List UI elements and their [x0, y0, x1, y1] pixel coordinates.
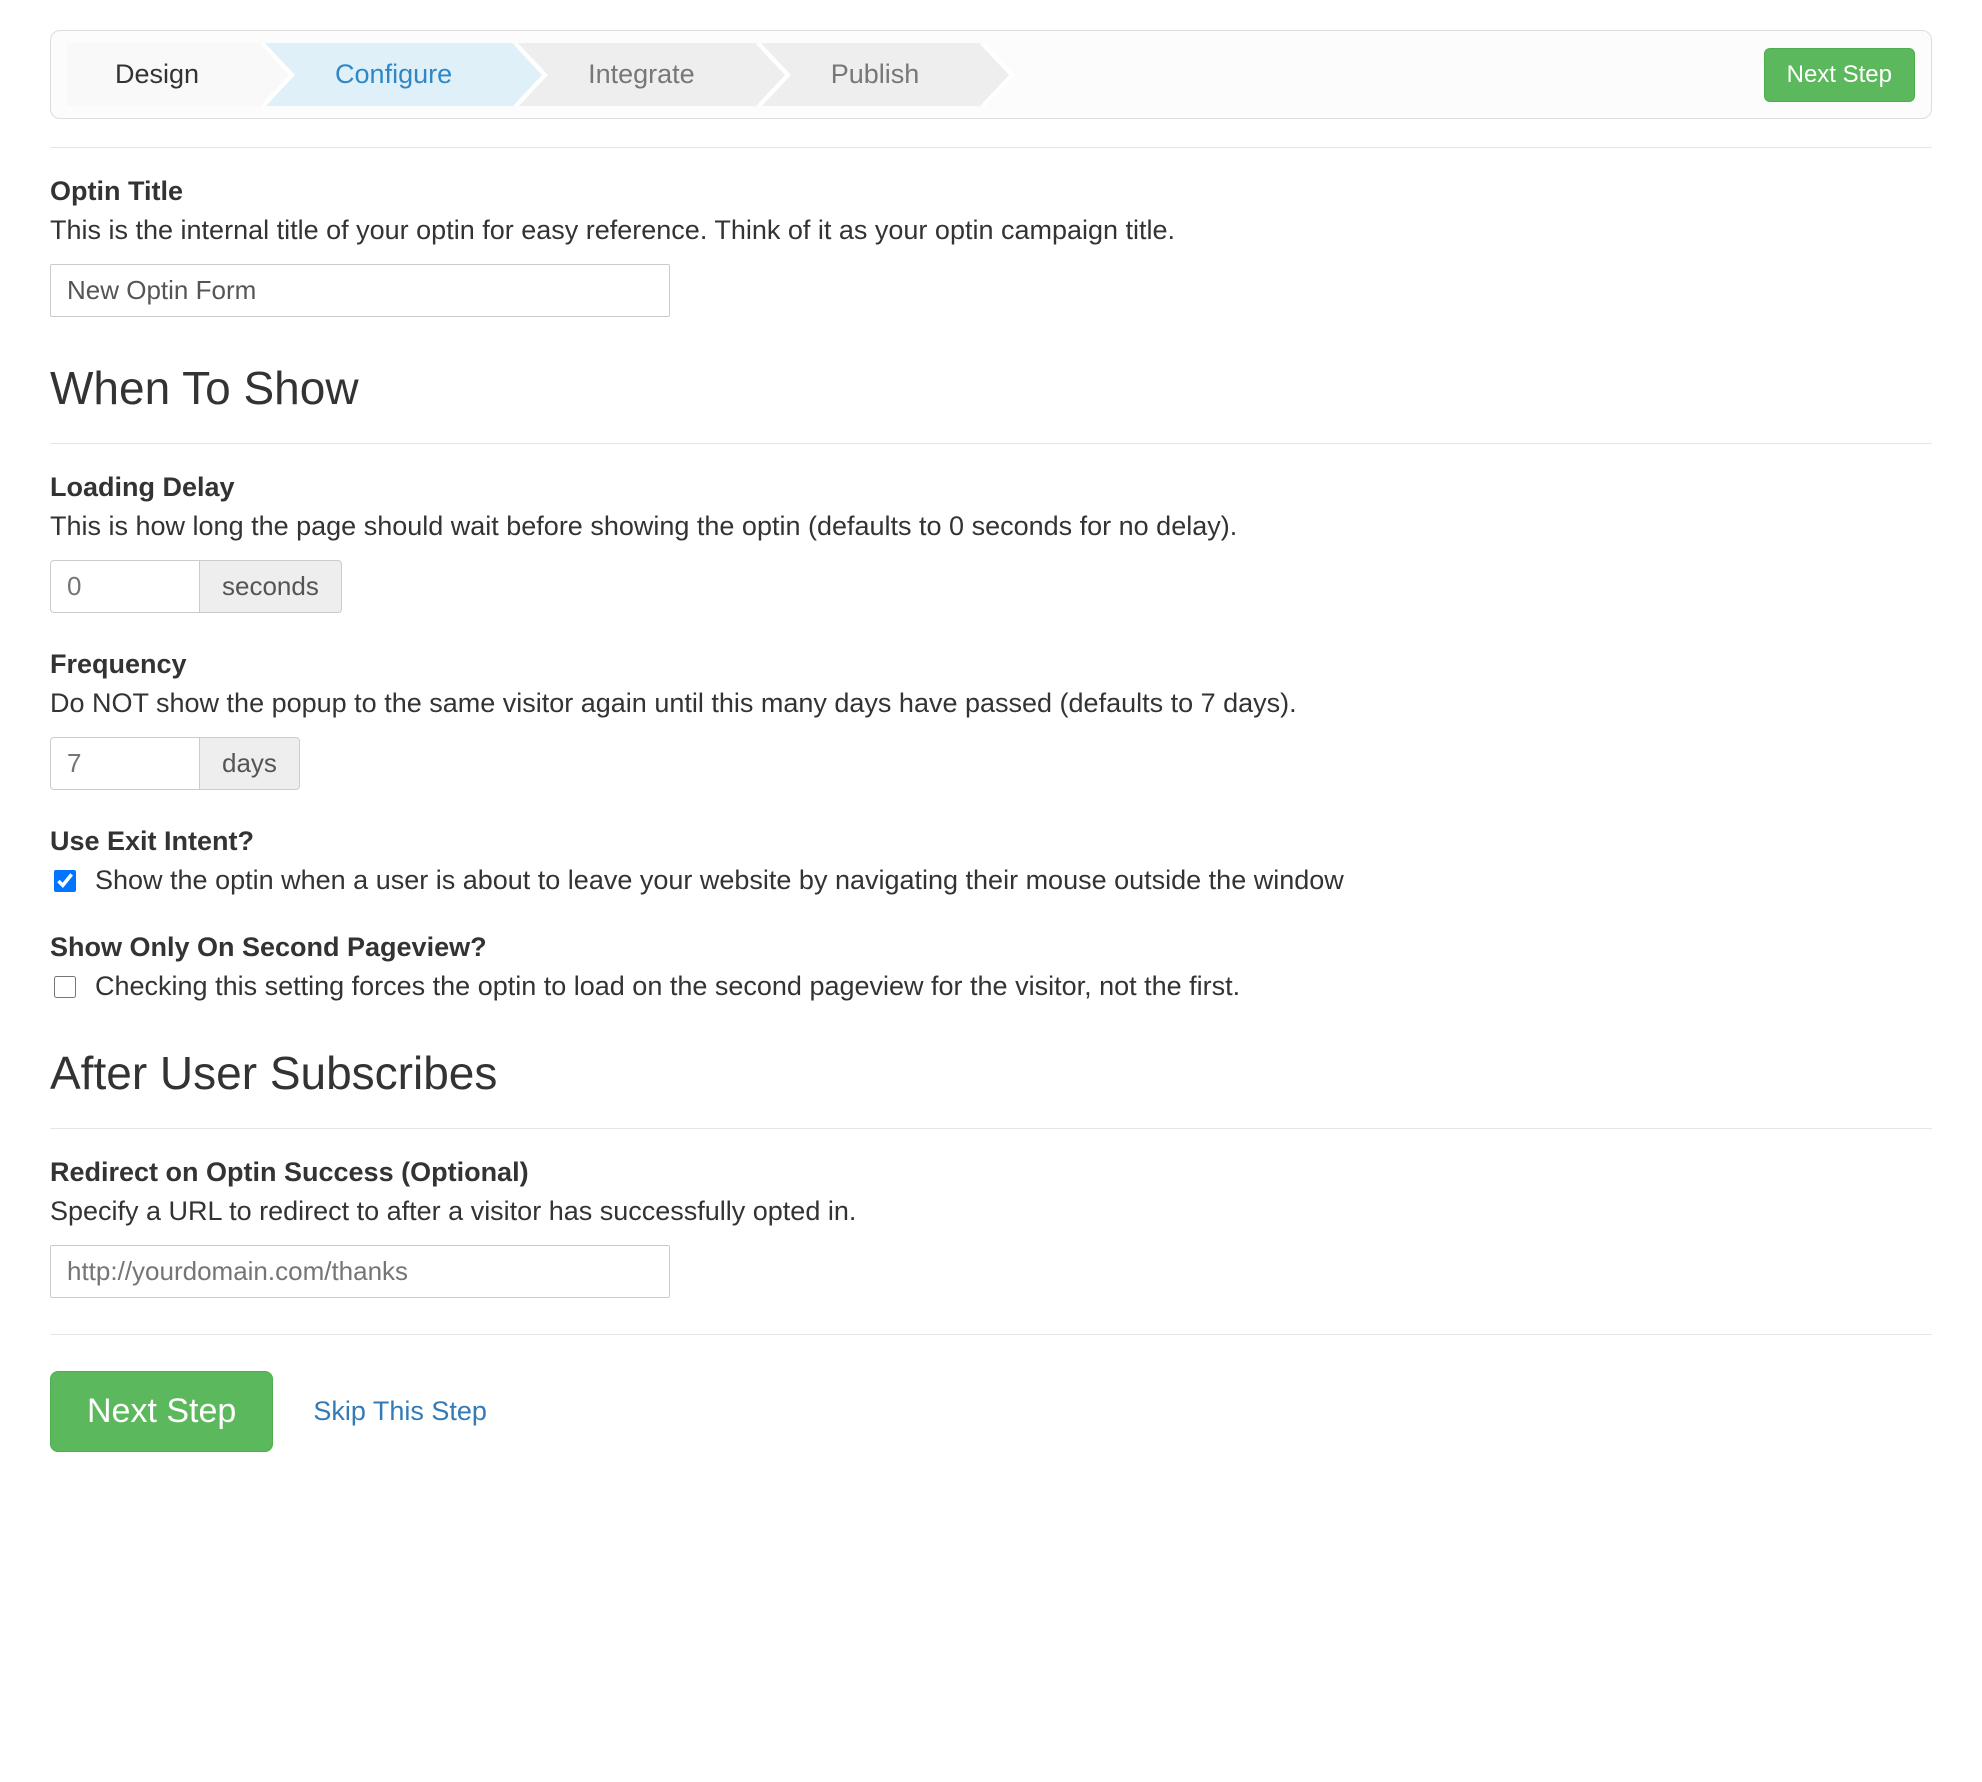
optin-title-help: This is the internal title of your optin… [50, 215, 1932, 246]
loading-delay-input[interactable] [50, 560, 200, 613]
redirect-url-input[interactable] [50, 1245, 670, 1298]
loading-delay-block: Loading Delay This is how long the page … [50, 472, 1932, 613]
stepper: Design Configure Integrate Publish Next … [50, 30, 1932, 119]
loading-delay-label: Loading Delay [50, 472, 1932, 503]
loading-delay-unit: seconds [200, 560, 342, 613]
frequency-label: Frequency [50, 649, 1932, 680]
step-label: Design [115, 61, 199, 88]
second-pageview-line: Checking this setting forces the optin t… [50, 971, 1932, 1002]
optin-title-label: Optin Title [50, 176, 1932, 207]
exit-intent-block: Use Exit Intent? Show the optin when a u… [50, 826, 1932, 896]
after-subscribe-heading: After User Subscribes [50, 1046, 1932, 1100]
loading-delay-input-group: seconds [50, 560, 1932, 613]
step-label: Publish [831, 61, 920, 88]
when-to-show-heading: When To Show [50, 361, 1932, 415]
exit-intent-label: Use Exit Intent? [50, 826, 1932, 857]
divider [50, 1128, 1932, 1129]
next-step-bottom-button[interactable]: Next Step [50, 1371, 273, 1452]
step-design[interactable]: Design [67, 43, 259, 106]
frequency-block: Frequency Do NOT show the popup to the s… [50, 649, 1932, 790]
loading-delay-help: This is how long the page should wait be… [50, 511, 1932, 542]
step-configure[interactable]: Configure [265, 43, 512, 106]
redirect-label: Redirect on Optin Success (Optional) [50, 1157, 1932, 1188]
divider [50, 147, 1932, 148]
second-pageview-label: Show Only On Second Pageview? [50, 932, 1932, 963]
second-pageview-block: Show Only On Second Pageview? Checking t… [50, 932, 1932, 1002]
frequency-input[interactable] [50, 737, 200, 790]
divider [50, 1334, 1932, 1335]
step-publish[interactable]: Publish [761, 43, 980, 106]
second-pageview-checkbox[interactable] [54, 976, 76, 998]
exit-intent-line: Show the optin when a user is about to l… [50, 865, 1932, 896]
step-integrate[interactable]: Integrate [518, 43, 755, 106]
exit-intent-text: Show the optin when a user is about to l… [95, 865, 1344, 896]
frequency-input-group: days [50, 737, 1932, 790]
optin-title-input[interactable] [50, 264, 670, 317]
redirect-help: Specify a URL to redirect to after a vis… [50, 1196, 1932, 1227]
redirect-block: Redirect on Optin Success (Optional) Spe… [50, 1157, 1932, 1298]
stepper-steps: Design Configure Integrate Publish [67, 43, 985, 106]
optin-title-block: Optin Title This is the internal title o… [50, 176, 1932, 317]
step-label: Configure [335, 61, 452, 88]
next-step-top-button[interactable]: Next Step [1764, 48, 1915, 102]
frequency-help: Do NOT show the popup to the same visito… [50, 688, 1932, 719]
step-label: Integrate [588, 61, 695, 88]
skip-step-link[interactable]: Skip This Step [313, 1396, 487, 1427]
exit-intent-checkbox[interactable] [54, 870, 76, 892]
frequency-unit: days [200, 737, 300, 790]
second-pageview-text: Checking this setting forces the optin t… [95, 971, 1240, 1002]
divider [50, 443, 1932, 444]
bottom-actions: Next Step Skip This Step [50, 1371, 1932, 1452]
